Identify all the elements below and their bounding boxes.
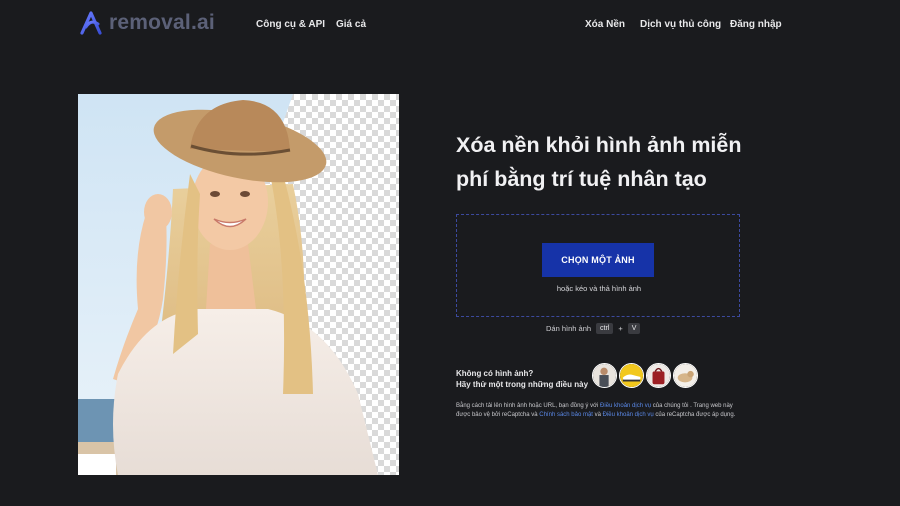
headline-line-2: phí bằng trí tuệ nhân tạo	[456, 167, 707, 191]
logo-text: removal.ai	[109, 11, 215, 34]
sample-prompt-line-1: Không có hình ảnh?	[456, 369, 534, 378]
sample-thumbnails	[592, 363, 698, 388]
drag-drop-hint: hoặc kéo và thả hình ảnh	[556, 284, 642, 293]
terms-link[interactable]: Điều khoản dịch vụ	[600, 403, 651, 409]
nav-link-remove-bg[interactable]: Xóa Nền	[585, 19, 625, 30]
removal-ai-logo-icon	[80, 11, 102, 35]
sample-prompt-line-2: Hãy thử một trong những điều này	[456, 380, 589, 389]
nav-link-tools-api[interactable]: Công cụ & API	[256, 19, 325, 30]
paste-shortcut-hint: Dán hình ảnh ctrl + V	[546, 323, 641, 334]
legal-text-3: và	[592, 412, 603, 418]
upload-dropzone[interactable]: CHỌN MỘT ẢNH hoặc kéo và thả hình ảnh	[456, 214, 740, 317]
logo[interactable]: removal.ai	[78, 10, 215, 36]
nav-link-login[interactable]: Đăng nhập	[730, 19, 782, 30]
paste-label: Dán hình ảnh	[546, 324, 592, 333]
v-key: V	[627, 323, 641, 334]
sample-shoe-thumbnail[interactable]	[619, 363, 644, 388]
nav-link-manual-service[interactable]: Dịch vụ thủ công	[640, 19, 721, 30]
legal-notice: Bằng cách tải lên hình ảnh hoặc URL, bạn…	[456, 402, 746, 420]
recaptcha-terms-link[interactable]: Điều khoản dịch vụ	[603, 412, 654, 418]
choose-image-button[interactable]: CHỌN MỘT ẢNH	[542, 243, 654, 277]
hero-image	[78, 94, 399, 475]
privacy-policy-link[interactable]: Chính sách bảo mật	[539, 412, 593, 418]
sample-dog-thumbnail[interactable]	[673, 363, 698, 388]
page-title: Xóa nền khỏi hình ảnh miễn phí bằng trí …	[456, 128, 776, 196]
top-navbar: removal.ai Công cụ & API Giá cả Xóa Nền …	[0, 0, 900, 50]
headline-line-1: Xóa nền khỏi hình ảnh miễn	[456, 133, 742, 157]
woman-photo	[78, 94, 378, 475]
sample-images-prompt: Không có hình ảnh? Hãy thử một trong nhữ…	[456, 368, 588, 390]
sample-person-thumbnail[interactable]	[592, 363, 617, 388]
ctrl-key: ctrl	[596, 323, 614, 334]
plus-sign: +	[618, 324, 623, 333]
sample-bag-thumbnail[interactable]	[646, 363, 671, 388]
legal-text-4: của reCaptcha được áp dụng.	[653, 412, 736, 418]
legal-text-1: Bằng cách tải lên hình ảnh hoặc URL, bạn…	[456, 403, 601, 409]
nav-link-pricing[interactable]: Giá cả	[336, 19, 366, 30]
